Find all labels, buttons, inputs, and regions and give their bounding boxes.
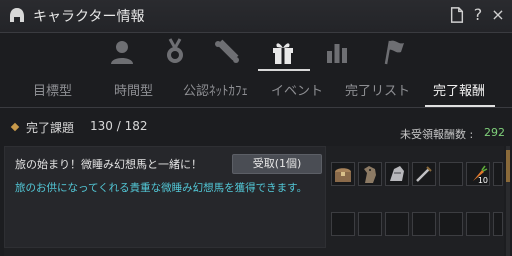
tab-completed-list[interactable]: 完了リスト bbox=[345, 80, 410, 99]
category-active-indicator bbox=[258, 69, 310, 71]
document-icon[interactable] bbox=[448, 5, 466, 25]
horse-armor-icon[interactable] bbox=[385, 162, 409, 186]
empty-slot bbox=[493, 162, 503, 186]
empty-slot bbox=[358, 212, 382, 236]
tab-goal[interactable]: 目標型 bbox=[33, 80, 72, 99]
window-title: キャラクター情報 bbox=[33, 9, 145, 25]
reward-title: 旅の始まり！微睡み幻想馬と一緒に！ bbox=[15, 158, 202, 171]
completed-tasks-count: 130 / 182 bbox=[90, 119, 148, 133]
scrollbar-thumb[interactable] bbox=[506, 150, 510, 182]
helmet-icon bbox=[7, 6, 27, 26]
weapon-icon[interactable] bbox=[412, 162, 436, 186]
treasure-chest-icon[interactable] bbox=[331, 162, 355, 186]
tab-net-cafe[interactable]: 公認ﾈｯﾄｶﾌｪ bbox=[183, 80, 248, 99]
category-icon-bar bbox=[0, 34, 512, 72]
empty-slot bbox=[412, 212, 436, 236]
reward-items-grid: 10 bbox=[331, 160, 503, 256]
scroll-icon[interactable] bbox=[212, 37, 242, 67]
empty-slot bbox=[439, 212, 463, 236]
claim-button[interactable]: 受取(1個) bbox=[232, 154, 322, 174]
flag-icon[interactable] bbox=[378, 37, 408, 67]
carrot-quantity: 10 bbox=[477, 176, 488, 185]
diamond-bullet-icon bbox=[10, 122, 20, 132]
empty-slot bbox=[493, 212, 503, 236]
person-icon[interactable] bbox=[107, 37, 137, 67]
fishing-rod-slot-overlay bbox=[439, 162, 463, 186]
horse-icon[interactable] bbox=[358, 162, 382, 186]
title-bar: キャラクター情報 ? × bbox=[0, 0, 512, 33]
tab-completion-rewards[interactable]: 完了報酬 bbox=[433, 80, 485, 99]
gift-icon[interactable] bbox=[268, 37, 298, 67]
unclaimed-rewards-count: 292 bbox=[484, 126, 505, 139]
empty-slot bbox=[385, 212, 409, 236]
reward-list: 旅の始まり！微睡み幻想馬と一緒に！ 受取(1個) 旅のお供になってくれる貴重な微… bbox=[4, 146, 504, 256]
scrollbar[interactable] bbox=[506, 146, 510, 256]
reward-description: 旅のお供になってくれる貴重な微睡み幻想馬を獲得できます。 bbox=[15, 182, 308, 194]
empty-slot bbox=[466, 212, 490, 236]
medal-icon[interactable] bbox=[160, 37, 190, 67]
tab-active-indicator bbox=[425, 105, 495, 107]
empty-slot bbox=[331, 212, 355, 236]
summary-bar: 完了課題 130 / 182 未受領報酬数 : 292 bbox=[0, 117, 512, 141]
reward-row: 旅の始まり！微睡み幻想馬と一緒に！ 受取(1個) 旅のお供になってくれる貴重な微… bbox=[4, 146, 326, 248]
carrot-icon[interactable]: 10 bbox=[466, 162, 490, 186]
help-icon[interactable]: ? bbox=[469, 5, 487, 25]
close-icon[interactable]: × bbox=[489, 5, 507, 25]
tab-time[interactable]: 時間型 bbox=[114, 80, 153, 99]
tab-event[interactable]: イベント bbox=[271, 80, 323, 99]
bar-chart-icon[interactable] bbox=[322, 37, 352, 67]
completed-tasks-label: 完了課題 bbox=[26, 121, 75, 135]
tab-bar: 目標型 時間型 公認ﾈｯﾄｶﾌｪ イベント 完了リスト 完了報酬 bbox=[0, 74, 512, 108]
unclaimed-rewards-label: 未受領報酬数 : bbox=[400, 128, 474, 141]
